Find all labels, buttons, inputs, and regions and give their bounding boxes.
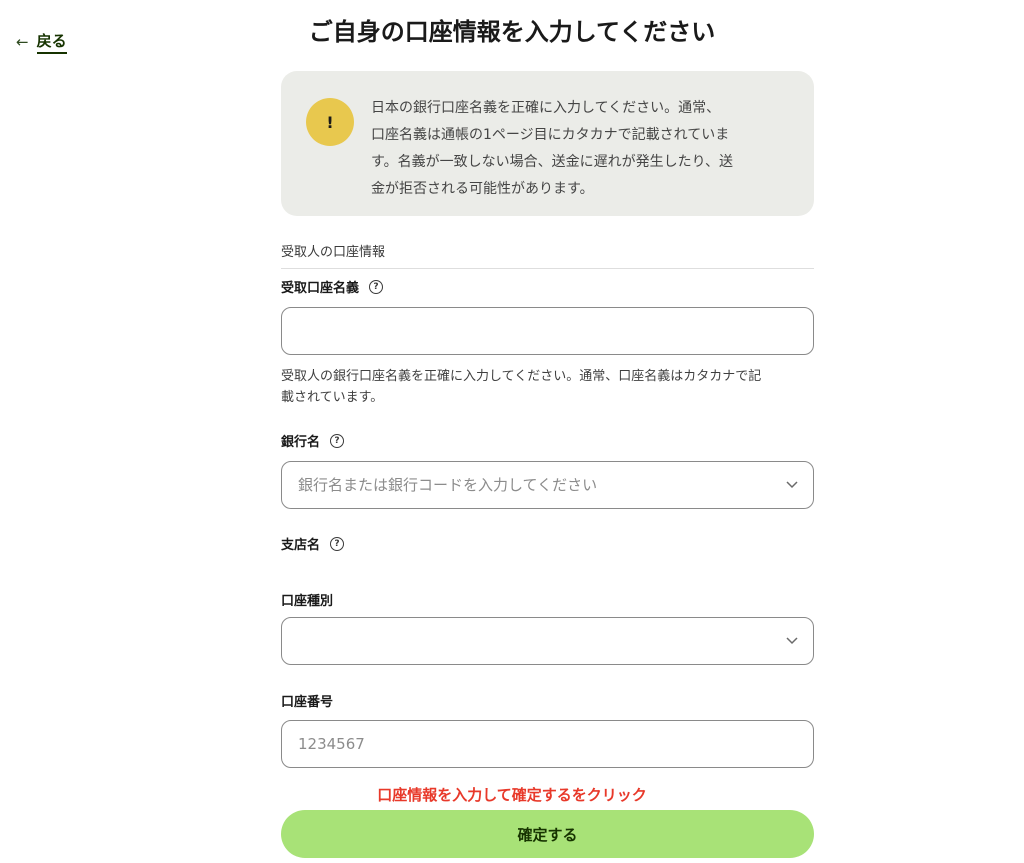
notice-box: ! 日本の銀行口座名義を正確に入力してください。通常、 口座名義は通帳の1ページ… (281, 71, 814, 216)
confirm-button[interactable]: 確定する (281, 810, 814, 858)
instruction-text: 口座情報を入力して確定するをクリック (377, 786, 647, 804)
notice-line: 口座名義は通帳の1ページ目にカタカナで記載されていま (371, 127, 730, 143)
account-holder-label: 受取口座名義 ? (281, 277, 384, 296)
account-type-label-text: 口座種別 (281, 594, 334, 609)
help-icon[interactable]: ? (330, 536, 345, 551)
account-holder-field[interactable] (281, 307, 814, 355)
help-line: 受取人の銀行口座名義を正確に入力してください。通常、口座名義はカタカナで記 (281, 369, 762, 384)
account-number-input[interactable] (282, 721, 813, 767)
account-type-label: 口座種別 (281, 590, 333, 609)
chevron-down-icon (786, 637, 798, 645)
branch-name-label-text: 支店名 (281, 538, 321, 553)
notice-text: 日本の銀行口座名義を正確に入力してください。通常、 口座名義は通帳の1ページ目に… (371, 95, 795, 203)
branch-name-label: 支店名 ? (281, 534, 345, 553)
account-number-field[interactable] (281, 720, 814, 768)
account-type-select[interactable] (281, 617, 814, 665)
bank-name-select[interactable] (281, 461, 814, 509)
page-title: ご自身の口座情報を入力してください (308, 18, 716, 46)
notice-line: す。名義が一致しない場合、送金に遅れが発生したり、送 (371, 154, 734, 170)
notice-line: 日本の銀行口座名義を正確に入力してください。通常、 (371, 100, 721, 116)
account-number-label-text: 口座番号 (281, 695, 334, 710)
help-icon[interactable]: ? (369, 279, 384, 294)
exclamation-icon: ! (306, 98, 354, 146)
bank-name-input[interactable] (282, 462, 813, 508)
account-number-label: 口座番号 (281, 691, 333, 710)
section-heading: 受取人の口座情報 (281, 241, 814, 269)
chevron-down-icon (786, 481, 798, 489)
bank-name-label: 銀行名 ? (281, 431, 345, 450)
help-line: 載されています。 (281, 390, 384, 405)
account-holder-label-text: 受取口座名義 (281, 281, 360, 296)
help-icon[interactable]: ? (330, 433, 345, 448)
account-type-input[interactable] (282, 618, 813, 664)
account-holder-help: 受取人の銀行口座名義を正確に入力してください。通常、口座名義はカタカナで記 載さ… (281, 366, 814, 408)
account-holder-input[interactable] (282, 308, 813, 354)
bank-name-label-text: 銀行名 (281, 435, 321, 450)
notice-line: 金が拒否される可能性があります。 (371, 181, 594, 197)
